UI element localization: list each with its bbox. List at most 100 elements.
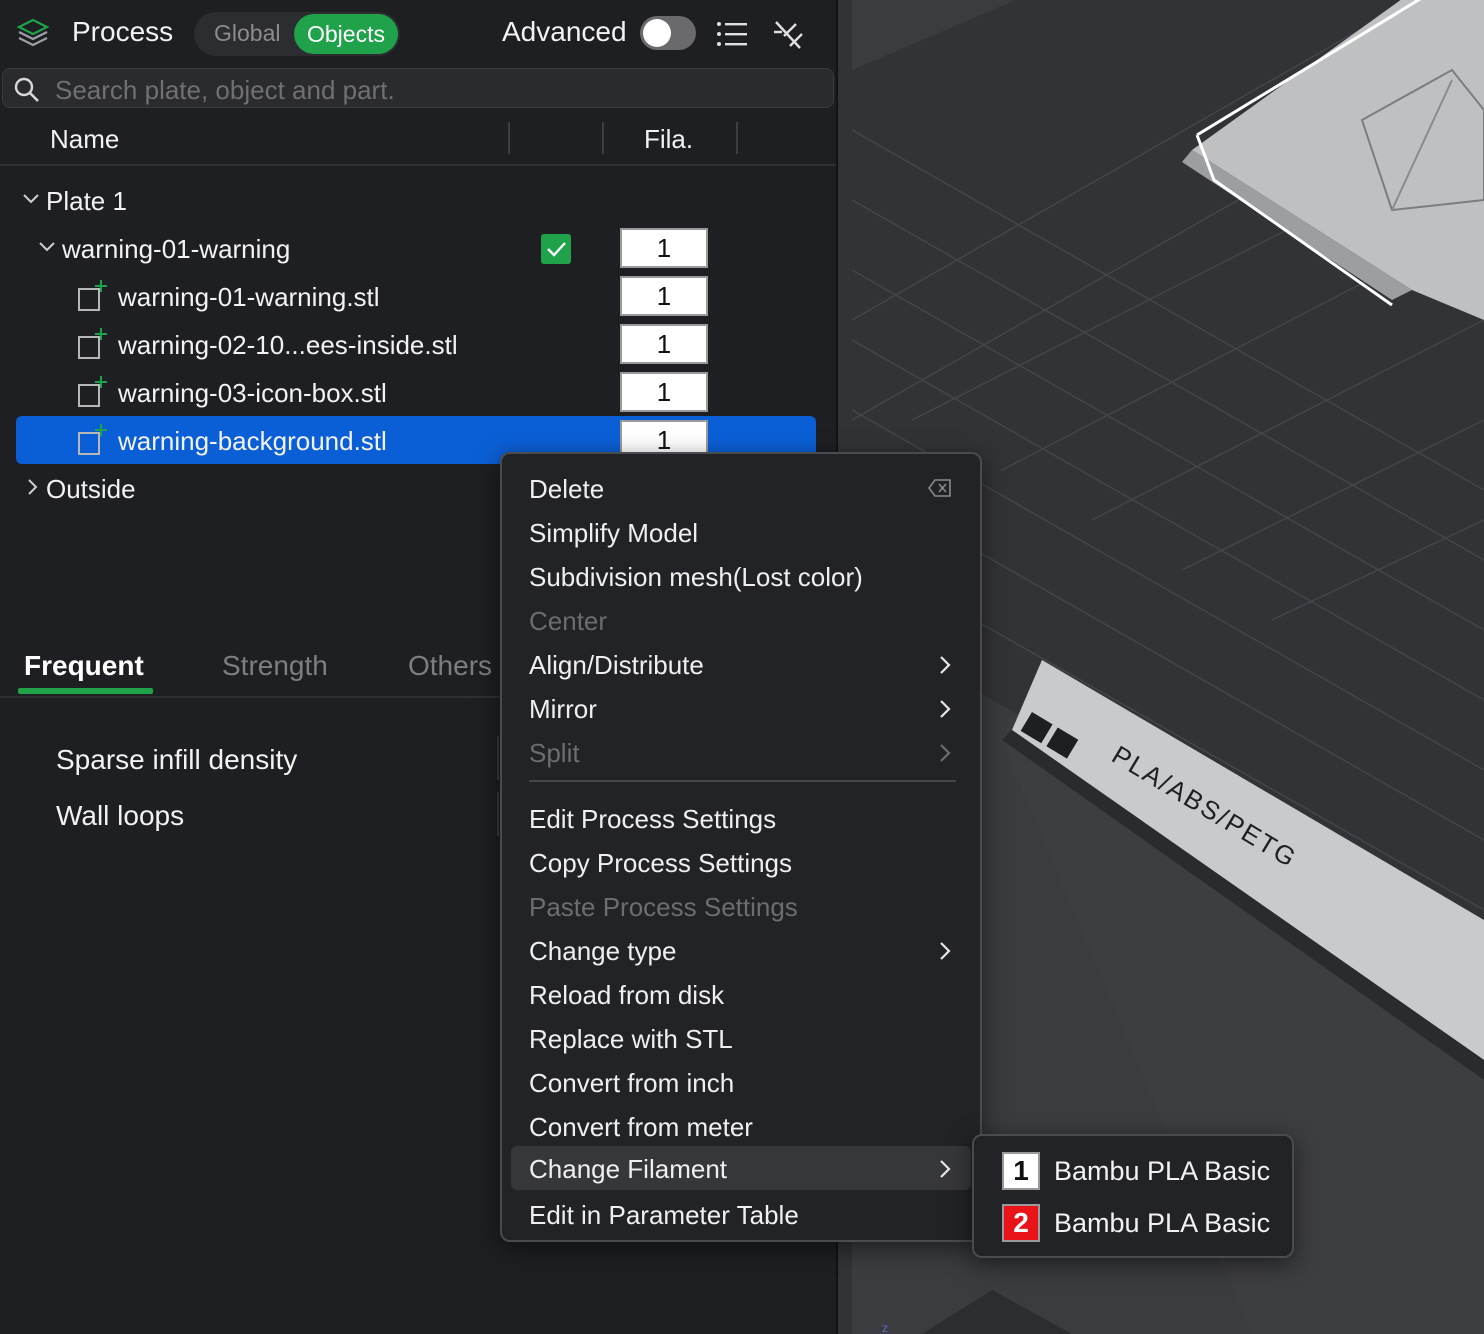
menu-label: Convert from inch — [529, 1068, 735, 1098]
chevron-right-icon — [940, 656, 951, 674]
part-label: warning-background.stl — [118, 426, 387, 456]
menu-item-replace-with-stl[interactable]: Replace with STL — [502, 1016, 980, 1060]
param-input-edge[interactable] — [497, 792, 499, 836]
column-separator[interactable] — [508, 122, 510, 154]
chevron-right-icon — [940, 942, 951, 960]
active-tab-indicator — [18, 688, 153, 694]
tree-item-outside[interactable]: Outside — [0, 466, 500, 512]
menu-item-mirror[interactable]: Mirror — [502, 686, 980, 730]
menu-item-change-filament[interactable]: Change Filament — [511, 1146, 971, 1190]
search-input[interactable]: Search plate, object and part. — [2, 68, 834, 108]
menu-item-copy-process-settings[interactable]: Copy Process Settings — [502, 840, 980, 884]
filament-option-2[interactable]: 2 Bambu PLA Basic — [974, 1200, 1292, 1248]
menu-label: Edit in Parameter Table — [529, 1200, 799, 1230]
object-label: warning-01-warning — [62, 234, 291, 264]
menu-item-edit-in-parameter-table[interactable]: Edit in Parameter Table — [502, 1192, 980, 1236]
menu-label: Align/Distribute — [529, 650, 704, 680]
delete-key-icon — [928, 479, 951, 497]
toggle-knob — [643, 19, 671, 47]
object-visible-checkbox[interactable] — [541, 234, 571, 264]
menu-label: Edit Process Settings — [529, 804, 777, 834]
tab-others[interactable]: Others — [408, 650, 492, 682]
menu-label: Mirror — [529, 694, 597, 724]
chevron-right-icon — [940, 1160, 951, 1178]
part-add-icon — [78, 328, 107, 359]
outside-label: Outside — [46, 474, 136, 504]
column-filament[interactable]: Fila. — [644, 124, 693, 155]
menu-label: Paste Process Settings — [529, 892, 798, 922]
axis-indicator: z — [882, 1321, 888, 1334]
menu-label: Convert from meter — [529, 1112, 753, 1142]
filament-selector[interactable]: 1 — [620, 372, 708, 412]
filament-name: Bambu PLA Basic — [1054, 1156, 1271, 1186]
menu-label: Simplify Model — [529, 518, 699, 548]
filament-option-1[interactable]: 1 Bambu PLA Basic — [974, 1148, 1292, 1196]
part-add-icon — [78, 376, 107, 407]
chevron-down-icon[interactable] — [38, 238, 56, 256]
context-menu: Delete Simplify Model Subdivision mesh(L… — [500, 452, 982, 1242]
menu-item-delete[interactable]: Delete — [502, 466, 980, 510]
list-icon[interactable] — [714, 18, 750, 50]
param-sparse-infill-density: Sparse infill density — [56, 744, 298, 775]
part-add-icon — [78, 424, 107, 455]
filament-selector[interactable]: 1 — [620, 324, 708, 364]
menu-label: Center — [529, 606, 608, 636]
segment-global[interactable]: Global — [214, 20, 280, 47]
filament-submenu: 1 Bambu PLA Basic 2 Bambu PLA Basic — [972, 1134, 1294, 1258]
filament-color-swatch: 1 — [1002, 1152, 1040, 1190]
chevron-right-icon — [940, 700, 951, 718]
menu-item-subdivision-mesh[interactable]: Subdivision mesh(Lost color) — [502, 554, 980, 598]
auto-tune-icon[interactable] — [770, 16, 806, 52]
menu-item-reload-from-disk[interactable]: Reload from disk — [502, 972, 980, 1016]
param-input-edge[interactable] — [497, 736, 499, 780]
chevron-right-icon[interactable] — [24, 478, 42, 496]
menu-label: Split — [529, 738, 580, 768]
advanced-toggle[interactable] — [640, 16, 696, 50]
menu-separator — [529, 780, 956, 782]
search-icon — [14, 77, 39, 102]
part-label: warning-01-warning.stl — [118, 282, 380, 312]
filament-color-swatch: 2 — [1002, 1204, 1040, 1242]
tree-item-object[interactable]: warning-01-warning 1 — [0, 226, 836, 272]
panel-header: Process Global Objects Advanced — [0, 0, 836, 66]
menu-item-align-distribute[interactable]: Align/Distribute — [502, 642, 980, 686]
filament-selector[interactable]: 1 — [620, 276, 708, 316]
part-label: warning-02-10...ees-inside.stl — [118, 330, 458, 360]
tree-item-part[interactable]: warning-01-warning.stl 1 — [0, 274, 836, 320]
menu-label: Change type — [529, 936, 677, 966]
filament-name: Bambu PLA Basic — [1054, 1208, 1271, 1238]
layers-icon — [16, 18, 50, 47]
menu-item-convert-from-meter[interactable]: Convert from meter — [502, 1104, 980, 1148]
advanced-label: Advanced — [502, 16, 627, 47]
menu-item-center: Center — [502, 598, 980, 642]
tab-strength[interactable]: Strength — [222, 650, 328, 682]
column-separator[interactable] — [736, 122, 738, 154]
segment-objects[interactable]: Objects — [294, 14, 398, 54]
param-wall-loops: Wall loops — [56, 800, 185, 831]
plate-label: Plate 1 — [46, 186, 127, 216]
tree-item-part[interactable]: warning-02-10...ees-inside.stl 1 — [0, 322, 836, 368]
tree-item-plate[interactable]: Plate 1 — [0, 178, 500, 224]
tab-frequent[interactable]: Frequent — [24, 650, 144, 682]
menu-label: Change Filament — [529, 1154, 727, 1184]
menu-label: Copy Process Settings — [529, 848, 793, 878]
filament-selector[interactable]: 1 — [620, 228, 708, 268]
menu-item-paste-process-settings: Paste Process Settings — [502, 884, 980, 928]
column-name[interactable]: Name — [50, 124, 119, 155]
menu-item-simplify-model[interactable]: Simplify Model — [502, 510, 980, 554]
tree-item-part[interactable]: warning-03-icon-box.stl 1 — [0, 370, 836, 416]
column-header: Name Fila. — [0, 112, 836, 166]
check-icon — [547, 242, 566, 257]
chevron-right-icon — [940, 744, 951, 762]
column-separator[interactable] — [602, 122, 604, 154]
menu-label: Replace with STL — [529, 1024, 733, 1054]
menu-label: Subdivision mesh(Lost color) — [529, 562, 863, 592]
scope-switch: Global Objects — [194, 12, 400, 56]
search-placeholder: Search plate, object and part. — [55, 75, 395, 105]
chevron-down-icon[interactable] — [22, 190, 40, 208]
menu-item-change-type[interactable]: Change type — [502, 928, 980, 972]
menu-item-convert-from-inch[interactable]: Convert from inch — [502, 1060, 980, 1104]
part-add-icon — [78, 280, 107, 311]
menu-item-edit-process-settings[interactable]: Edit Process Settings — [502, 796, 980, 840]
part-label: warning-03-icon-box.stl — [118, 378, 387, 408]
